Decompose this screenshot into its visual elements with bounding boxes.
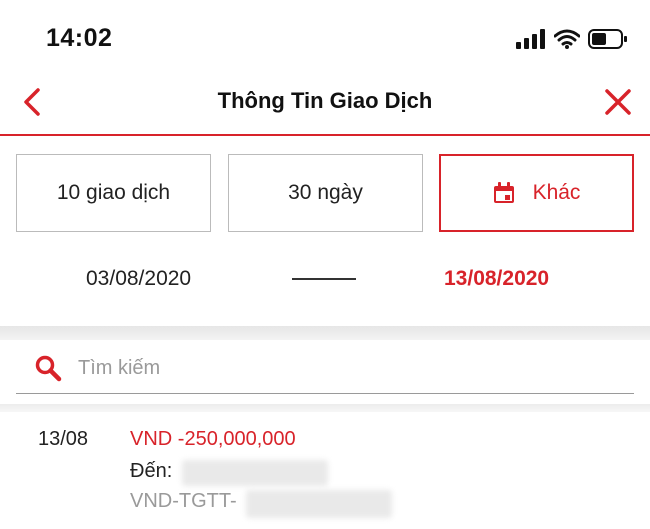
calendar-icon (493, 182, 514, 203)
close-button[interactable] (600, 84, 636, 120)
filter-label: Khác (532, 181, 581, 204)
filter-30-days-button[interactable]: 30 ngày (228, 154, 423, 232)
section-divider (0, 404, 650, 412)
filter-other-button[interactable]: Khác (439, 154, 634, 232)
transaction-recipient-label: Đến: (130, 460, 173, 482)
signal-icon (516, 29, 545, 49)
wifi-icon (554, 29, 580, 49)
close-icon (605, 89, 631, 115)
search-icon (35, 355, 62, 382)
date-from[interactable]: 03/08/2020 (86, 267, 191, 291)
transaction-reference: VND-TGTT- (130, 490, 237, 512)
search-input[interactable] (78, 350, 618, 386)
date-range-separator (292, 278, 356, 280)
transaction-amount: VND -250,000,000 (130, 428, 296, 450)
date-to[interactable]: 13/08/2020 (444, 267, 549, 291)
battery-icon (588, 29, 627, 49)
redacted-reference (246, 490, 392, 518)
transaction-date: 13/08 (38, 428, 89, 450)
redacted-recipient (182, 460, 328, 486)
filter-10-transactions-button[interactable]: 10 giao dịch (16, 154, 211, 232)
section-divider (0, 326, 650, 340)
status-time: 14:02 (46, 24, 113, 52)
page-title: Thông Tin Giao Dịch (217, 88, 433, 113)
status-icons (516, 27, 628, 51)
transaction-row[interactable]: 13/08 VND -250,000,000 Đến: VND-TGTT- (0, 412, 650, 529)
filter-label: 30 ngày (288, 181, 363, 204)
status-bar: 14:02 (0, 0, 650, 70)
filter-label: 10 giao dịch (56, 181, 171, 204)
search-bar (16, 344, 634, 394)
filter-row: 10 giao dịch 30 ngày Khác (16, 154, 634, 232)
date-range: 03/08/2020 13/08/2020 (0, 262, 650, 296)
nav-bar: Thông Tin Giao Dịch (0, 70, 650, 136)
